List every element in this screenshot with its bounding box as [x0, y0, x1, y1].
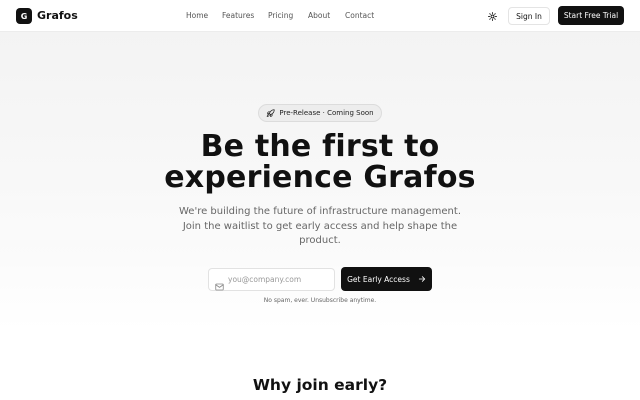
get-early-access-button[interactable]: Get Early Access	[341, 267, 432, 291]
why-join-early-heading: Why join early?	[252, 376, 388, 394]
rocket-icon	[266, 108, 276, 118]
nav-contact[interactable]: Contact	[345, 8, 374, 24]
arrow-right-icon	[418, 275, 426, 283]
sun-icon[interactable]	[486, 10, 498, 22]
landing-page: G Grafos Home Features Pricing About Con…	[0, 0, 640, 400]
hero-title-line-1: Be the first to	[200, 129, 440, 164]
nav-about[interactable]: About	[308, 8, 330, 24]
cta-label: Get Early Access	[347, 274, 410, 284]
email-field-wrapper[interactable]	[208, 268, 335, 291]
mail-icon	[215, 276, 224, 291]
hero-title: Be the first to experience Grafos	[0, 131, 640, 193]
nav-features[interactable]: Features	[222, 8, 254, 24]
hero-title-line-2: experience Grafos	[164, 160, 476, 195]
nav-pricing[interactable]: Pricing	[268, 8, 293, 24]
no-spam-note: No spam, ever. Unsubscribe anytime.	[263, 297, 377, 304]
top-nav-bar: G Grafos Home Features Pricing About Con…	[0, 0, 640, 32]
email-input[interactable]	[228, 271, 332, 288]
badge-label: Pre-Release · Coming Soon	[279, 109, 374, 117]
pre-release-badge: Pre-Release · Coming Soon	[258, 104, 382, 122]
nav-home[interactable]: Home	[186, 8, 208, 24]
hero-subtitle: We're building the future of infrastruct…	[178, 206, 461, 246]
sign-in-button[interactable]: Sign In	[508, 7, 550, 25]
start-free-trial-button[interactable]: Start Free Trial	[558, 6, 624, 25]
